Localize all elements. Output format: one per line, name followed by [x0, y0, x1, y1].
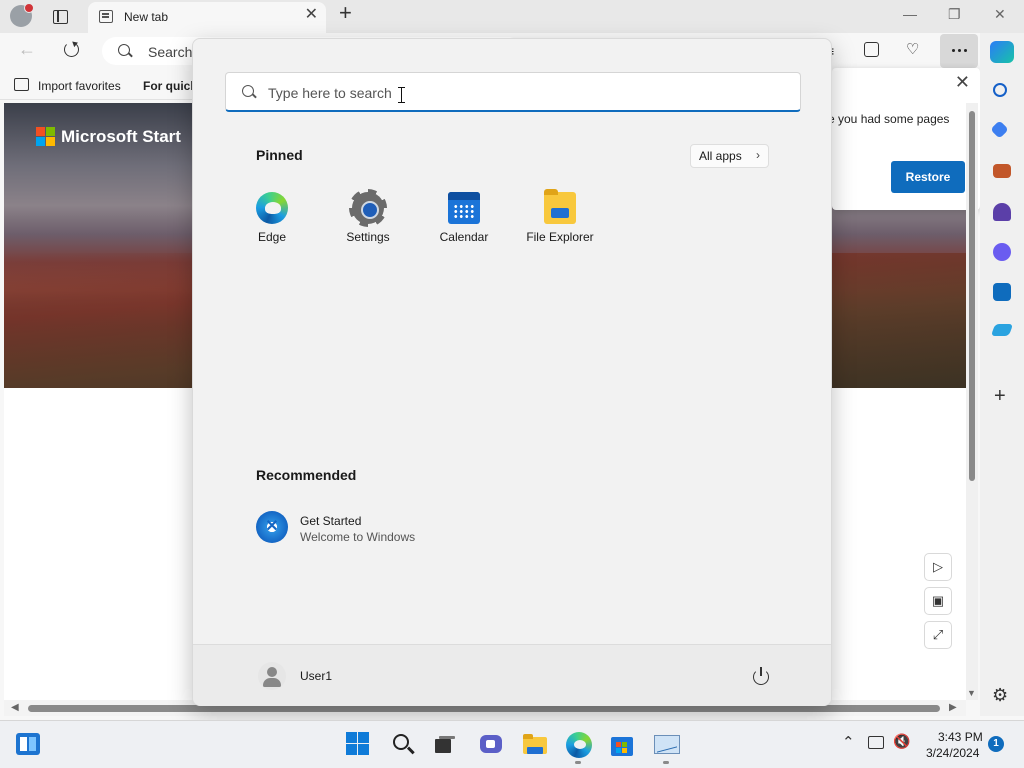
tab-new-tab[interactable]: New tab ✕: [88, 2, 326, 33]
pinned-app-settings[interactable]: Settings: [323, 189, 413, 249]
recommended-item-name: Get Started: [300, 514, 362, 528]
search-icon: [242, 85, 254, 97]
get-started-icon: [256, 511, 288, 543]
minimize-icon[interactable]: —: [903, 6, 917, 22]
expand-icon: ⤢: [932, 627, 944, 642]
user-avatar-icon[interactable]: [258, 662, 286, 690]
gear-icon: [349, 189, 387, 227]
copilot-icon[interactable]: [990, 41, 1014, 63]
tab-title: New tab: [124, 10, 169, 24]
task-view-icon[interactable]: [432, 732, 458, 758]
start-menu: Pinned All apps › Edge Settings Calendar…: [192, 38, 832, 706]
widgets-icon[interactable]: [16, 733, 40, 755]
shopping-tag-icon[interactable]: [990, 120, 1009, 139]
brand-title: Microsoft Start: [61, 127, 181, 146]
tools-icon[interactable]: [993, 164, 1011, 178]
taskbar-search-icon[interactable]: [391, 732, 417, 758]
search-icon: [118, 44, 130, 56]
all-apps-button[interactable]: All apps ›: [690, 144, 769, 168]
restore-pages-prompt: ✕ e you had some pages Restore: [828, 68, 980, 210]
all-apps-label: All apps: [699, 149, 742, 163]
outlook-icon[interactable]: [993, 283, 1011, 301]
start-button-windows-icon[interactable]: [346, 732, 372, 758]
calendar-icon: [448, 192, 480, 224]
scroll-right-arrow-icon[interactable]: ▶: [949, 702, 957, 713]
pinned-app-calendar[interactable]: Calendar: [419, 189, 509, 249]
drop-icon[interactable]: [990, 324, 1014, 336]
import-icon: [14, 78, 29, 91]
pinned-app-file-explorer[interactable]: File Explorer: [515, 189, 605, 249]
start-menu-footer: User1: [193, 644, 831, 706]
edge-taskbar-icon[interactable]: [566, 732, 592, 764]
pinned-app-label: Calendar: [439, 230, 489, 244]
start-search-box[interactable]: [225, 72, 801, 112]
running-indicator: [663, 761, 669, 764]
clock-time[interactable]: 3:43 PM: [938, 730, 983, 744]
background-image-button[interactable]: ▣: [924, 587, 952, 615]
pinned-app-label: Settings: [346, 230, 390, 244]
pinned-app-label: Edge: [257, 230, 287, 244]
power-icon[interactable]: [750, 665, 772, 687]
microsoft-logo-icon: [36, 127, 56, 147]
pinned-app-edge[interactable]: Edge: [227, 189, 317, 249]
profile-avatar[interactable]: [10, 3, 34, 27]
text-cursor-icon: [398, 87, 405, 103]
taskbar: ⌃ 🔇 3:43 PM 3/24/2024 1: [0, 720, 1024, 768]
performance-monitor-icon[interactable]: [654, 732, 680, 764]
user-name[interactable]: User1: [300, 669, 332, 683]
microsoft-store-icon[interactable]: [610, 732, 636, 758]
import-favorites-link[interactable]: Import favorites: [38, 79, 121, 93]
new-tab-button[interactable]: +: [339, 2, 352, 24]
search-icon[interactable]: [993, 83, 1007, 97]
address-bar-placeholder: Search: [148, 44, 193, 60]
horizontal-scrollbar-thumb[interactable]: [28, 705, 940, 712]
clock-date[interactable]: 3/24/2024: [926, 746, 979, 760]
recommended-item-subtitle: Welcome to Windows: [300, 530, 416, 544]
show-hidden-icons-chevron-up-icon[interactable]: ⌃: [842, 733, 855, 751]
play-video-button[interactable]: ▷: [924, 553, 952, 581]
pinned-app-label: File Explorer: [526, 230, 594, 244]
collections-icon[interactable]: [864, 42, 879, 57]
network-icon[interactable]: [868, 736, 884, 749]
scroll-left-arrow-icon[interactable]: ◀: [11, 702, 19, 713]
vertical-scrollbar[interactable]: ▼: [966, 103, 978, 700]
games-icon[interactable]: [993, 203, 1011, 221]
close-icon[interactable]: ✕: [955, 72, 970, 93]
edge-icon: [256, 192, 288, 224]
start-search-input[interactable]: [268, 82, 768, 104]
pinned-heading: Pinned: [256, 147, 303, 163]
file-explorer-taskbar-icon[interactable]: [522, 732, 548, 758]
recommended-item-get-started[interactable]: Get Started Welcome to Windows: [253, 507, 553, 547]
browser-tab-strip: New tab ✕ + — ❐ ✕: [0, 0, 1024, 33]
image-icon: ▣: [931, 593, 945, 608]
add-sidebar-app-icon[interactable]: +: [994, 385, 1006, 408]
tab-actions-icon[interactable]: [50, 7, 70, 27]
settings-and-more-button[interactable]: [940, 34, 978, 68]
chevron-right-icon: ›: [756, 148, 760, 162]
notification-badge[interactable]: 1: [988, 736, 1004, 752]
scroll-down-arrow-icon[interactable]: ▼: [967, 688, 976, 698]
tab-close-icon[interactable]: ✕: [305, 7, 318, 23]
browser-essentials-icon[interactable]: ♡: [906, 40, 924, 58]
new-tab-page-icon: [99, 10, 113, 23]
chat-icon[interactable]: [478, 732, 504, 758]
running-indicator: [575, 761, 581, 764]
folder-icon: [544, 189, 576, 224]
microsoft-365-icon[interactable]: [993, 243, 1011, 261]
close-window-icon[interactable]: ✕: [994, 6, 1006, 23]
sidebar-settings-gear-icon[interactable]: ⚙: [992, 685, 1008, 706]
edge-sidebar: + ⚙: [980, 33, 1024, 716]
restore-button[interactable]: Restore: [891, 161, 965, 193]
speaker-muted-icon[interactable]: 🔇: [893, 733, 910, 750]
expand-button[interactable]: ⤢: [924, 621, 952, 649]
restore-window-icon[interactable]: ❐: [948, 6, 961, 23]
back-button[interactable]: ←: [18, 39, 36, 60]
play-icon: ▷: [933, 559, 943, 574]
refresh-button[interactable]: [61, 39, 81, 59]
scrollbar-thumb[interactable]: [969, 111, 975, 481]
restore-prompt-text: e you had some pages: [828, 112, 950, 126]
recommended-heading: Recommended: [256, 467, 357, 483]
favorites-hint-text: For quick: [143, 79, 198, 93]
